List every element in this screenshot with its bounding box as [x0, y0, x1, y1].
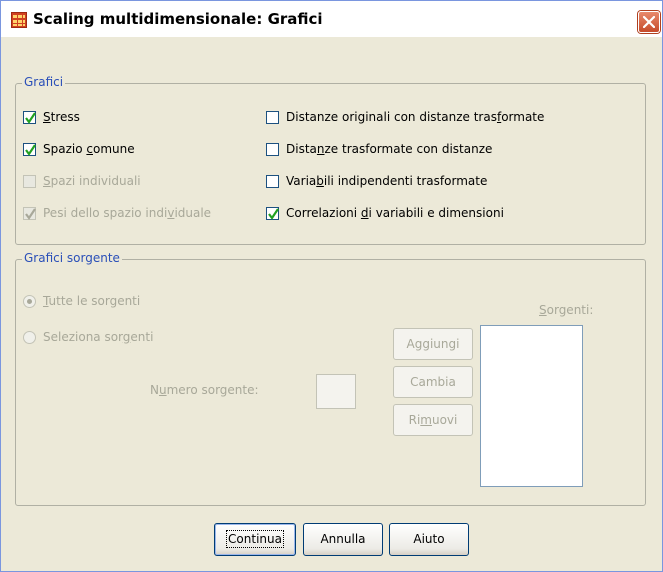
dialog-window: Scaling multidimensionale: Grafici Grafi… [0, 0, 663, 572]
numero-sorgente-input [316, 374, 356, 409]
numero-sorgente-label: Numero sorgente: [150, 383, 259, 397]
radio-button-selected [23, 294, 36, 308]
distanze-originali-checkbox[interactable]: Distanze originali con distanze trasform… [266, 108, 544, 126]
checkbox-box [266, 174, 279, 188]
correlazioni-checkbox[interactable]: Correlazioni di variabili e dimensioni [266, 204, 504, 222]
title-bar[interactable]: Scaling multidimensionale: Grafici [1, 1, 662, 37]
radio-seleziona-sorgenti: Seleziona sorgenti [23, 328, 153, 346]
checkbox-box [266, 206, 279, 220]
spazio-comune-label: Spazio comune [43, 142, 135, 156]
check-mark-icon [25, 207, 36, 220]
variabili-indipendenti-label: Variabili indipendenti trasformate [286, 174, 488, 188]
radio-tutte-label: Tutte le sorgenti [43, 294, 141, 308]
window-title: Scaling multidimensionale: Grafici [33, 10, 323, 28]
distanze-originali-label: Distanze originali con distanze trasform… [286, 110, 545, 124]
sorgenti-listbox [480, 325, 583, 487]
check-mark-icon [25, 111, 36, 124]
radio-tutte-le-sorgenti: Tutte le sorgenti [23, 292, 140, 310]
continua-button[interactable]: Continua [214, 523, 296, 556]
dialog-content: Grafici Stress Spazio comune Spazi indiv… [6, 39, 657, 566]
variabili-indipendenti-checkbox[interactable]: Variabili indipendenti trasformate [266, 172, 487, 190]
close-icon [643, 16, 655, 28]
aiuto-button[interactable]: Aiuto [389, 523, 469, 556]
stress-label: Stress [43, 110, 80, 124]
grafici-group: Grafici Stress Spazio comune Spazi indiv… [15, 75, 646, 245]
check-mark-icon [25, 143, 36, 156]
check-mark-icon [268, 207, 279, 220]
app-grid-icon [11, 12, 27, 28]
checkbox-box [23, 206, 36, 220]
distanze-trasformate-label: Distanze trasformate con distanze [286, 142, 493, 156]
grafici-legend: Grafici [22, 75, 66, 89]
checkbox-box [23, 110, 36, 124]
pesi-spazio-label: Pesi dello spazio individuale [43, 206, 212, 220]
aggiungi-button: Aggiungi [393, 328, 473, 360]
distanze-trasformate-checkbox[interactable]: Distanze trasformate con distanze [266, 140, 492, 158]
radio-seleziona-label: Seleziona sorgenti [43, 330, 154, 344]
checkbox-box [23, 142, 36, 156]
stress-checkbox[interactable]: Stress [23, 108, 80, 126]
sorgenti-label: Sorgenti: [539, 303, 594, 317]
rimuovi-button: Rimuovi [393, 404, 473, 436]
correlazioni-label: Correlazioni di variabili e dimensioni [286, 206, 504, 220]
checkbox-box [266, 142, 279, 156]
pesi-spazio-checkbox: Pesi dello spazio individuale [23, 204, 211, 222]
close-button[interactable] [638, 11, 660, 33]
radio-button [23, 330, 36, 344]
checkbox-box [23, 174, 36, 188]
spazio-comune-checkbox[interactable]: Spazio comune [23, 140, 135, 158]
grafici-sorgente-group: Grafici sorgente Tutte le sorgenti Selez… [15, 251, 646, 506]
annulla-button[interactable]: Annulla [303, 523, 383, 556]
spazi-individuali-label: Spazi individuali [43, 174, 141, 188]
spazi-individuali-checkbox: Spazi individuali [23, 172, 141, 190]
cambia-button: Cambia [393, 366, 473, 398]
grafici-sorgente-legend: Grafici sorgente [22, 251, 122, 265]
checkbox-box [266, 110, 279, 124]
